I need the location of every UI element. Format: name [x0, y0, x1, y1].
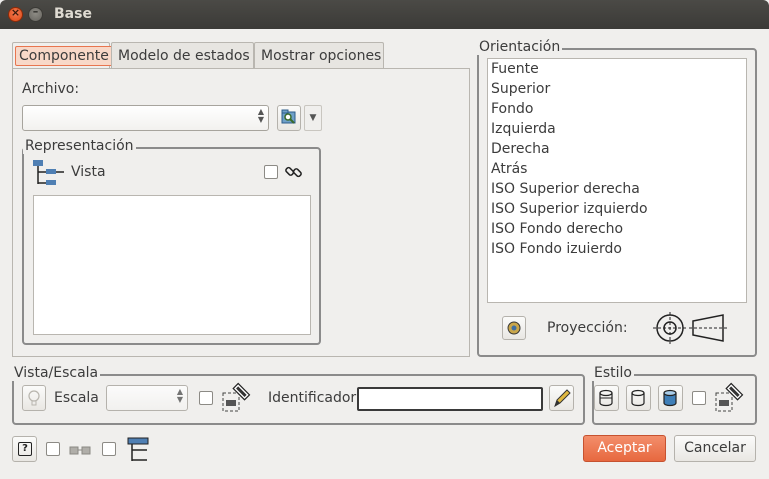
tab-mostrar-opciones[interactable]: Mostrar opciones: [254, 42, 384, 70]
style-no-hidden-button[interactable]: [626, 385, 651, 411]
cancel-button[interactable]: Cancelar: [674, 435, 756, 462]
browse-file-button[interactable]: [277, 105, 301, 131]
escala-checkbox[interactable]: [199, 391, 213, 405]
lightbulb-icon: [28, 390, 40, 406]
style-hidden-lines-button[interactable]: [594, 385, 619, 411]
footer-checkbox-1[interactable]: [46, 442, 60, 456]
tab-label: Componente: [15, 46, 113, 66]
escala-combobox[interactable]: ▲ ▼: [106, 385, 188, 411]
tab-modelo-de-estados[interactable]: Modelo de estados: [111, 42, 254, 70]
spin-arrows-icon: ▲ ▼: [257, 107, 264, 124]
list-item[interactable]: ISO Fondo izuierdo: [488, 239, 746, 259]
close-icon: ×: [10, 6, 21, 19]
cylinder-shaded-icon: [663, 389, 677, 407]
link-icon[interactable]: [285, 163, 303, 181]
help-button[interactable]: ?: [12, 436, 37, 462]
detail-style-icon[interactable]: [715, 382, 745, 412]
gear-view-icon: [507, 321, 521, 335]
tab-componente[interactable]: Componente: [12, 42, 113, 70]
archivo-combobox[interactable]: ▲ ▼: [22, 105, 269, 131]
list-item[interactable]: ISO Fondo derecho: [488, 219, 746, 239]
orientation-settings-button[interactable]: [502, 316, 526, 340]
window-minimize-button[interactable]: –: [28, 5, 43, 22]
list-item[interactable]: Izquierda: [488, 119, 746, 139]
browse-dropdown-button[interactable]: ▼: [304, 105, 322, 131]
orientacion-group-label: Orientación: [477, 39, 563, 55]
archivo-label: Archivo:: [22, 81, 80, 97]
vista-checkbox[interactable]: [264, 165, 278, 179]
title-bar: × – Base: [0, 0, 769, 29]
pencil-icon: [554, 389, 571, 408]
list-item[interactable]: Atrás: [488, 159, 746, 179]
identificador-label: Identificador: [268, 390, 357, 406]
folder-search-icon: [281, 109, 296, 124]
cylinder-outline-icon: [631, 389, 645, 407]
estilo-checkbox[interactable]: [692, 391, 706, 405]
tab-label: Mostrar opciones: [261, 48, 382, 64]
orientacion-list[interactable]: Fuente Superior Fondo Izquierda Derecha …: [487, 58, 747, 303]
help-icon: ?: [18, 442, 32, 456]
window-title: Base: [54, 6, 92, 22]
list-item[interactable]: ISO Superior derecha: [488, 179, 746, 199]
detail-view-icon[interactable]: [222, 382, 252, 412]
accept-button[interactable]: Aceptar: [583, 435, 666, 462]
edit-identificador-button[interactable]: [549, 385, 574, 411]
tree-panel-icon[interactable]: [127, 437, 151, 463]
footer-checkbox-2[interactable]: [102, 442, 116, 456]
vista-label: Vista: [71, 164, 106, 180]
chevron-down-icon: ▼: [309, 113, 317, 123]
representacion-group-label: Representación: [23, 138, 136, 154]
tab-label: Modelo de estados: [118, 48, 250, 64]
minimize-icon: –: [32, 5, 39, 18]
lightbulb-button[interactable]: [22, 385, 46, 411]
list-item[interactable]: Superior: [488, 79, 746, 99]
window-close-button[interactable]: ×: [8, 6, 23, 22]
tree-view-icon: [33, 160, 64, 185]
identificador-input[interactable]: [357, 387, 543, 411]
glasses-icon: [69, 446, 91, 455]
estilo-group-label: Estilo: [592, 365, 634, 381]
cylinder-hidden-icon: [599, 389, 613, 407]
representacion-list[interactable]: [33, 195, 311, 335]
spin-arrows-icon: ▲ ▼: [176, 387, 183, 404]
list-item[interactable]: Fuente: [488, 59, 746, 79]
list-item[interactable]: Derecha: [488, 139, 746, 159]
escala-label: Escala: [54, 390, 99, 406]
proyeccion-label: Proyección:: [547, 320, 628, 336]
list-item[interactable]: ISO Superior izquierdo: [488, 199, 746, 219]
style-shaded-button[interactable]: [658, 385, 683, 411]
vista-escala-group-label: Vista/Escala: [12, 365, 101, 381]
projection-symbol-icon[interactable]: [653, 312, 727, 344]
list-item[interactable]: Fondo: [488, 99, 746, 119]
